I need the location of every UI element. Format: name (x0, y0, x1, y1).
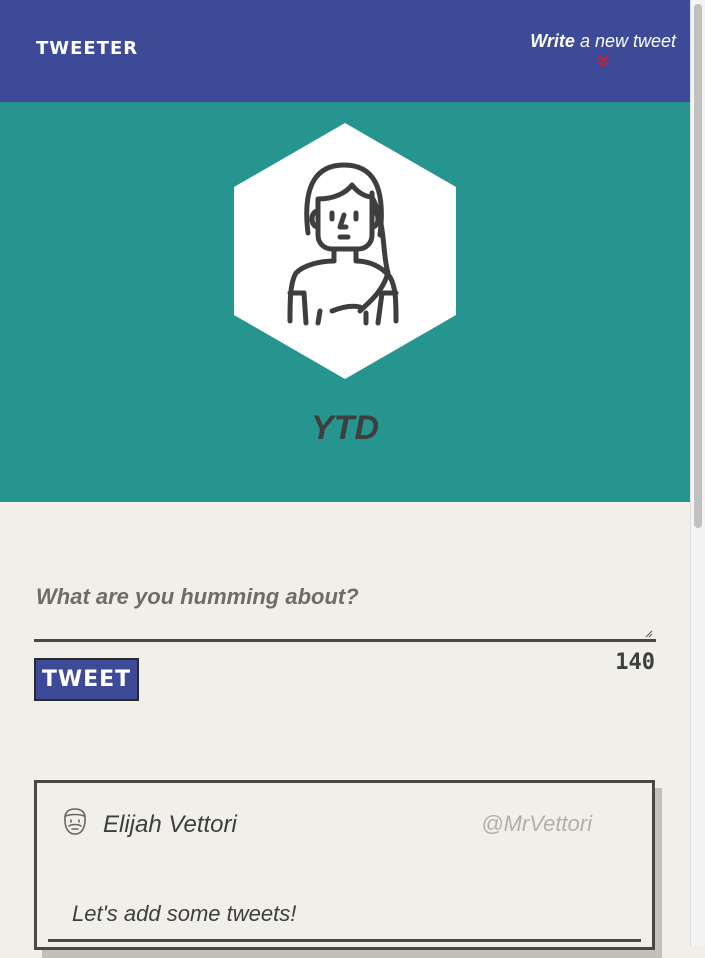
tweet-text: Let's add some tweets! (72, 901, 297, 926)
character-counter: 140 (615, 650, 655, 675)
tweet-author-name: Elijah Vettori (103, 811, 237, 838)
nav-bar: TWEETER Write a new tweet (0, 0, 690, 102)
profile-header: YTD (0, 102, 690, 502)
write-label: Write (530, 31, 575, 51)
scrollbar-thumb[interactable] (694, 4, 702, 528)
bearded-man-avatar-icon (64, 808, 86, 835)
tweet-button[interactable]: TWEET (34, 658, 139, 701)
new-tweet-label: a new tweet (574, 31, 676, 51)
textarea-resize-handle[interactable] (645, 630, 653, 638)
page-scrollbar[interactable] (690, 0, 705, 946)
tweet-author-handle: @MrVettori (481, 811, 592, 836)
tweet-card: Elijah Vettori @MrVettori Let's add some… (34, 780, 655, 950)
compose-tweet-input[interactable] (34, 570, 656, 642)
brand-logo[interactable]: TWEETER (36, 38, 138, 59)
tweet-divider (48, 939, 641, 942)
woman-avatar-icon (234, 123, 456, 379)
profile-name: YTD (311, 409, 379, 447)
write-new-tweet-toggle[interactable]: Write a new tweet (530, 31, 676, 68)
double-chevron-down-icon[interactable] (596, 54, 610, 68)
